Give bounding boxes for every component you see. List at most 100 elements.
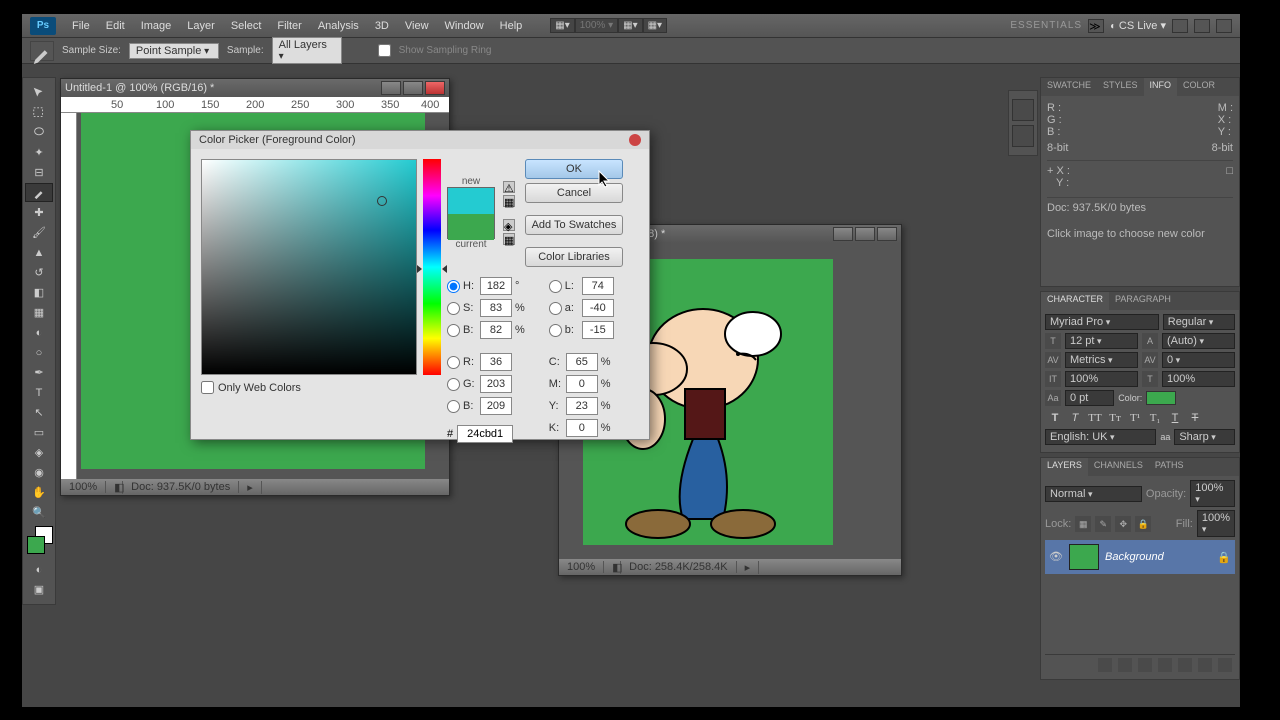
doc2-min-button[interactable]: [833, 227, 853, 241]
sample-select[interactable]: All Layers ▾: [272, 37, 342, 64]
fill-input[interactable]: 100% ▾: [1197, 510, 1235, 537]
tab-info[interactable]: INFO: [1144, 78, 1178, 96]
foreground-color-swatch[interactable]: [27, 536, 45, 554]
link-layers-icon[interactable]: [1098, 658, 1112, 672]
pen-tool[interactable]: ✒: [25, 363, 53, 382]
color-libraries-button[interactable]: Color Libraries: [525, 247, 623, 267]
tab-paths[interactable]: PATHS: [1149, 458, 1190, 476]
dodge-tool[interactable]: ○: [25, 343, 53, 362]
font-family-select[interactable]: Myriad Pro ▾: [1045, 314, 1159, 330]
gradient-tool[interactable]: ▦: [25, 303, 53, 322]
language-select[interactable]: English: UK ▾: [1045, 429, 1156, 445]
stamp-tool[interactable]: ▲: [25, 243, 53, 262]
r-radio[interactable]: [447, 356, 460, 369]
tab-swatches[interactable]: SWATCHE: [1041, 78, 1097, 96]
heal-tool[interactable]: ✚: [25, 203, 53, 222]
show-sampling-checkbox[interactable]: [378, 44, 391, 57]
type-tool[interactable]: T: [25, 383, 53, 402]
s-input[interactable]: [480, 299, 512, 317]
3d-tool[interactable]: ◈: [25, 443, 53, 462]
menu-3d[interactable]: 3D: [367, 20, 397, 32]
hand-tool[interactable]: ✋: [25, 483, 53, 502]
new-layer-icon[interactable]: [1198, 658, 1212, 672]
quickmask-tool[interactable]: ◐: [25, 560, 53, 579]
h-radio[interactable]: [447, 280, 460, 293]
websafe-cube-icon[interactable]: ▦: [503, 233, 515, 245]
opacity-input[interactable]: 100% ▾: [1190, 480, 1235, 507]
window-max-icon[interactable]: [1194, 19, 1210, 33]
adjustment-layer-icon[interactable]: [1158, 658, 1172, 672]
doc1-min-button[interactable]: [381, 81, 401, 95]
layer-group-icon[interactable]: [1178, 658, 1192, 672]
antialias-select[interactable]: Sharp ▾: [1174, 429, 1235, 445]
lasso-tool[interactable]: [25, 123, 53, 142]
b-radio[interactable]: [549, 324, 562, 337]
doc2-max-button[interactable]: [855, 227, 875, 241]
collapsed-panel-1[interactable]: [1012, 99, 1034, 121]
lock-all-icon[interactable]: 🔒: [1135, 516, 1151, 532]
zoom-tool[interactable]: 🔍: [25, 503, 53, 522]
subscript-button[interactable]: T₁: [1148, 412, 1162, 426]
doc2-zoom[interactable]: 100%: [559, 561, 604, 573]
menu-filter[interactable]: Filter: [269, 20, 309, 32]
only-web-checkbox[interactable]: [201, 381, 214, 394]
superscript-button[interactable]: T¹: [1128, 412, 1142, 426]
leading-select[interactable]: (Auto) ▾: [1162, 333, 1235, 349]
layer-name[interactable]: Background: [1105, 551, 1211, 563]
layer-row-background[interactable]: 👁 Background 🔒: [1045, 540, 1235, 574]
doc1-zoom[interactable]: 100%: [61, 481, 106, 493]
window-close-icon[interactable]: [1216, 19, 1232, 33]
menu-file[interactable]: File: [64, 20, 98, 32]
g-radio[interactable]: [447, 378, 460, 391]
doc2-close-button[interactable]: [877, 227, 897, 241]
l-radio[interactable]: [549, 280, 562, 293]
underline-button[interactable]: T: [1168, 412, 1182, 426]
tab-paragraph[interactable]: PARAGRAPH: [1109, 292, 1177, 310]
window-min-icon[interactable]: [1172, 19, 1188, 33]
hue-marker[interactable]: [421, 265, 443, 273]
lock-transparency-icon[interactable]: ▦: [1075, 516, 1091, 532]
bv-input[interactable]: [480, 321, 512, 339]
arrange-dropdown[interactable]: ▦▾: [618, 18, 642, 33]
visibility-icon[interactable]: 👁: [1049, 550, 1063, 564]
menu-analysis[interactable]: Analysis: [310, 20, 367, 32]
doc1-close-button[interactable]: [425, 81, 445, 95]
eyedropper-tool[interactable]: [25, 183, 53, 202]
ok-button[interactable]: OK: [525, 159, 623, 179]
screen-mode-dropdown[interactable]: ▦▾: [550, 18, 574, 33]
bb-radio[interactable]: [447, 400, 460, 413]
wand-tool[interactable]: ✦: [25, 143, 53, 162]
sample-size-select[interactable]: Point Sample ▾: [129, 43, 219, 59]
tab-color[interactable]: COLOR: [1177, 78, 1221, 96]
menu-window[interactable]: Window: [437, 20, 492, 32]
bold-button[interactable]: T: [1048, 412, 1062, 426]
b-input[interactable]: [582, 321, 614, 339]
baseline-input[interactable]: 0 pt: [1065, 390, 1114, 406]
tracking-select[interactable]: 0 ▾: [1162, 352, 1235, 368]
layer-mask-icon[interactable]: [1138, 658, 1152, 672]
layer-thumbnail[interactable]: [1069, 544, 1099, 570]
current-color-swatch[interactable]: [448, 214, 494, 240]
y-input[interactable]: [566, 397, 598, 415]
lock-position-icon[interactable]: ✥: [1115, 516, 1131, 532]
menu-edit[interactable]: Edit: [98, 20, 133, 32]
color-swatches[interactable]: [25, 526, 55, 556]
menu-help[interactable]: Help: [492, 20, 531, 32]
smallcaps-button[interactable]: Tт: [1108, 412, 1122, 426]
lock-paint-icon[interactable]: ✎: [1095, 516, 1111, 532]
c-input[interactable]: [566, 353, 598, 371]
crop-tool[interactable]: ⊟: [25, 163, 53, 182]
blur-tool[interactable]: ◐: [25, 323, 53, 342]
arrange2-dropdown[interactable]: ▦▾: [643, 18, 667, 33]
dialog-close-icon[interactable]: [629, 134, 641, 146]
l-input[interactable]: [582, 277, 614, 295]
zoom-dropdown[interactable]: 100% ▾: [575, 18, 618, 33]
m-input[interactable]: [566, 375, 598, 393]
workspace-label[interactable]: ESSENTIALS: [1010, 20, 1082, 31]
tab-layers[interactable]: LAYERS: [1041, 458, 1088, 476]
menu-image[interactable]: Image: [133, 20, 180, 32]
cslive-button[interactable]: ◐ CS Live ▾: [1110, 19, 1166, 32]
gamut-cube-icon[interactable]: ▦: [503, 195, 515, 207]
s-radio[interactable]: [447, 302, 460, 315]
sv-marker[interactable]: [377, 196, 387, 206]
